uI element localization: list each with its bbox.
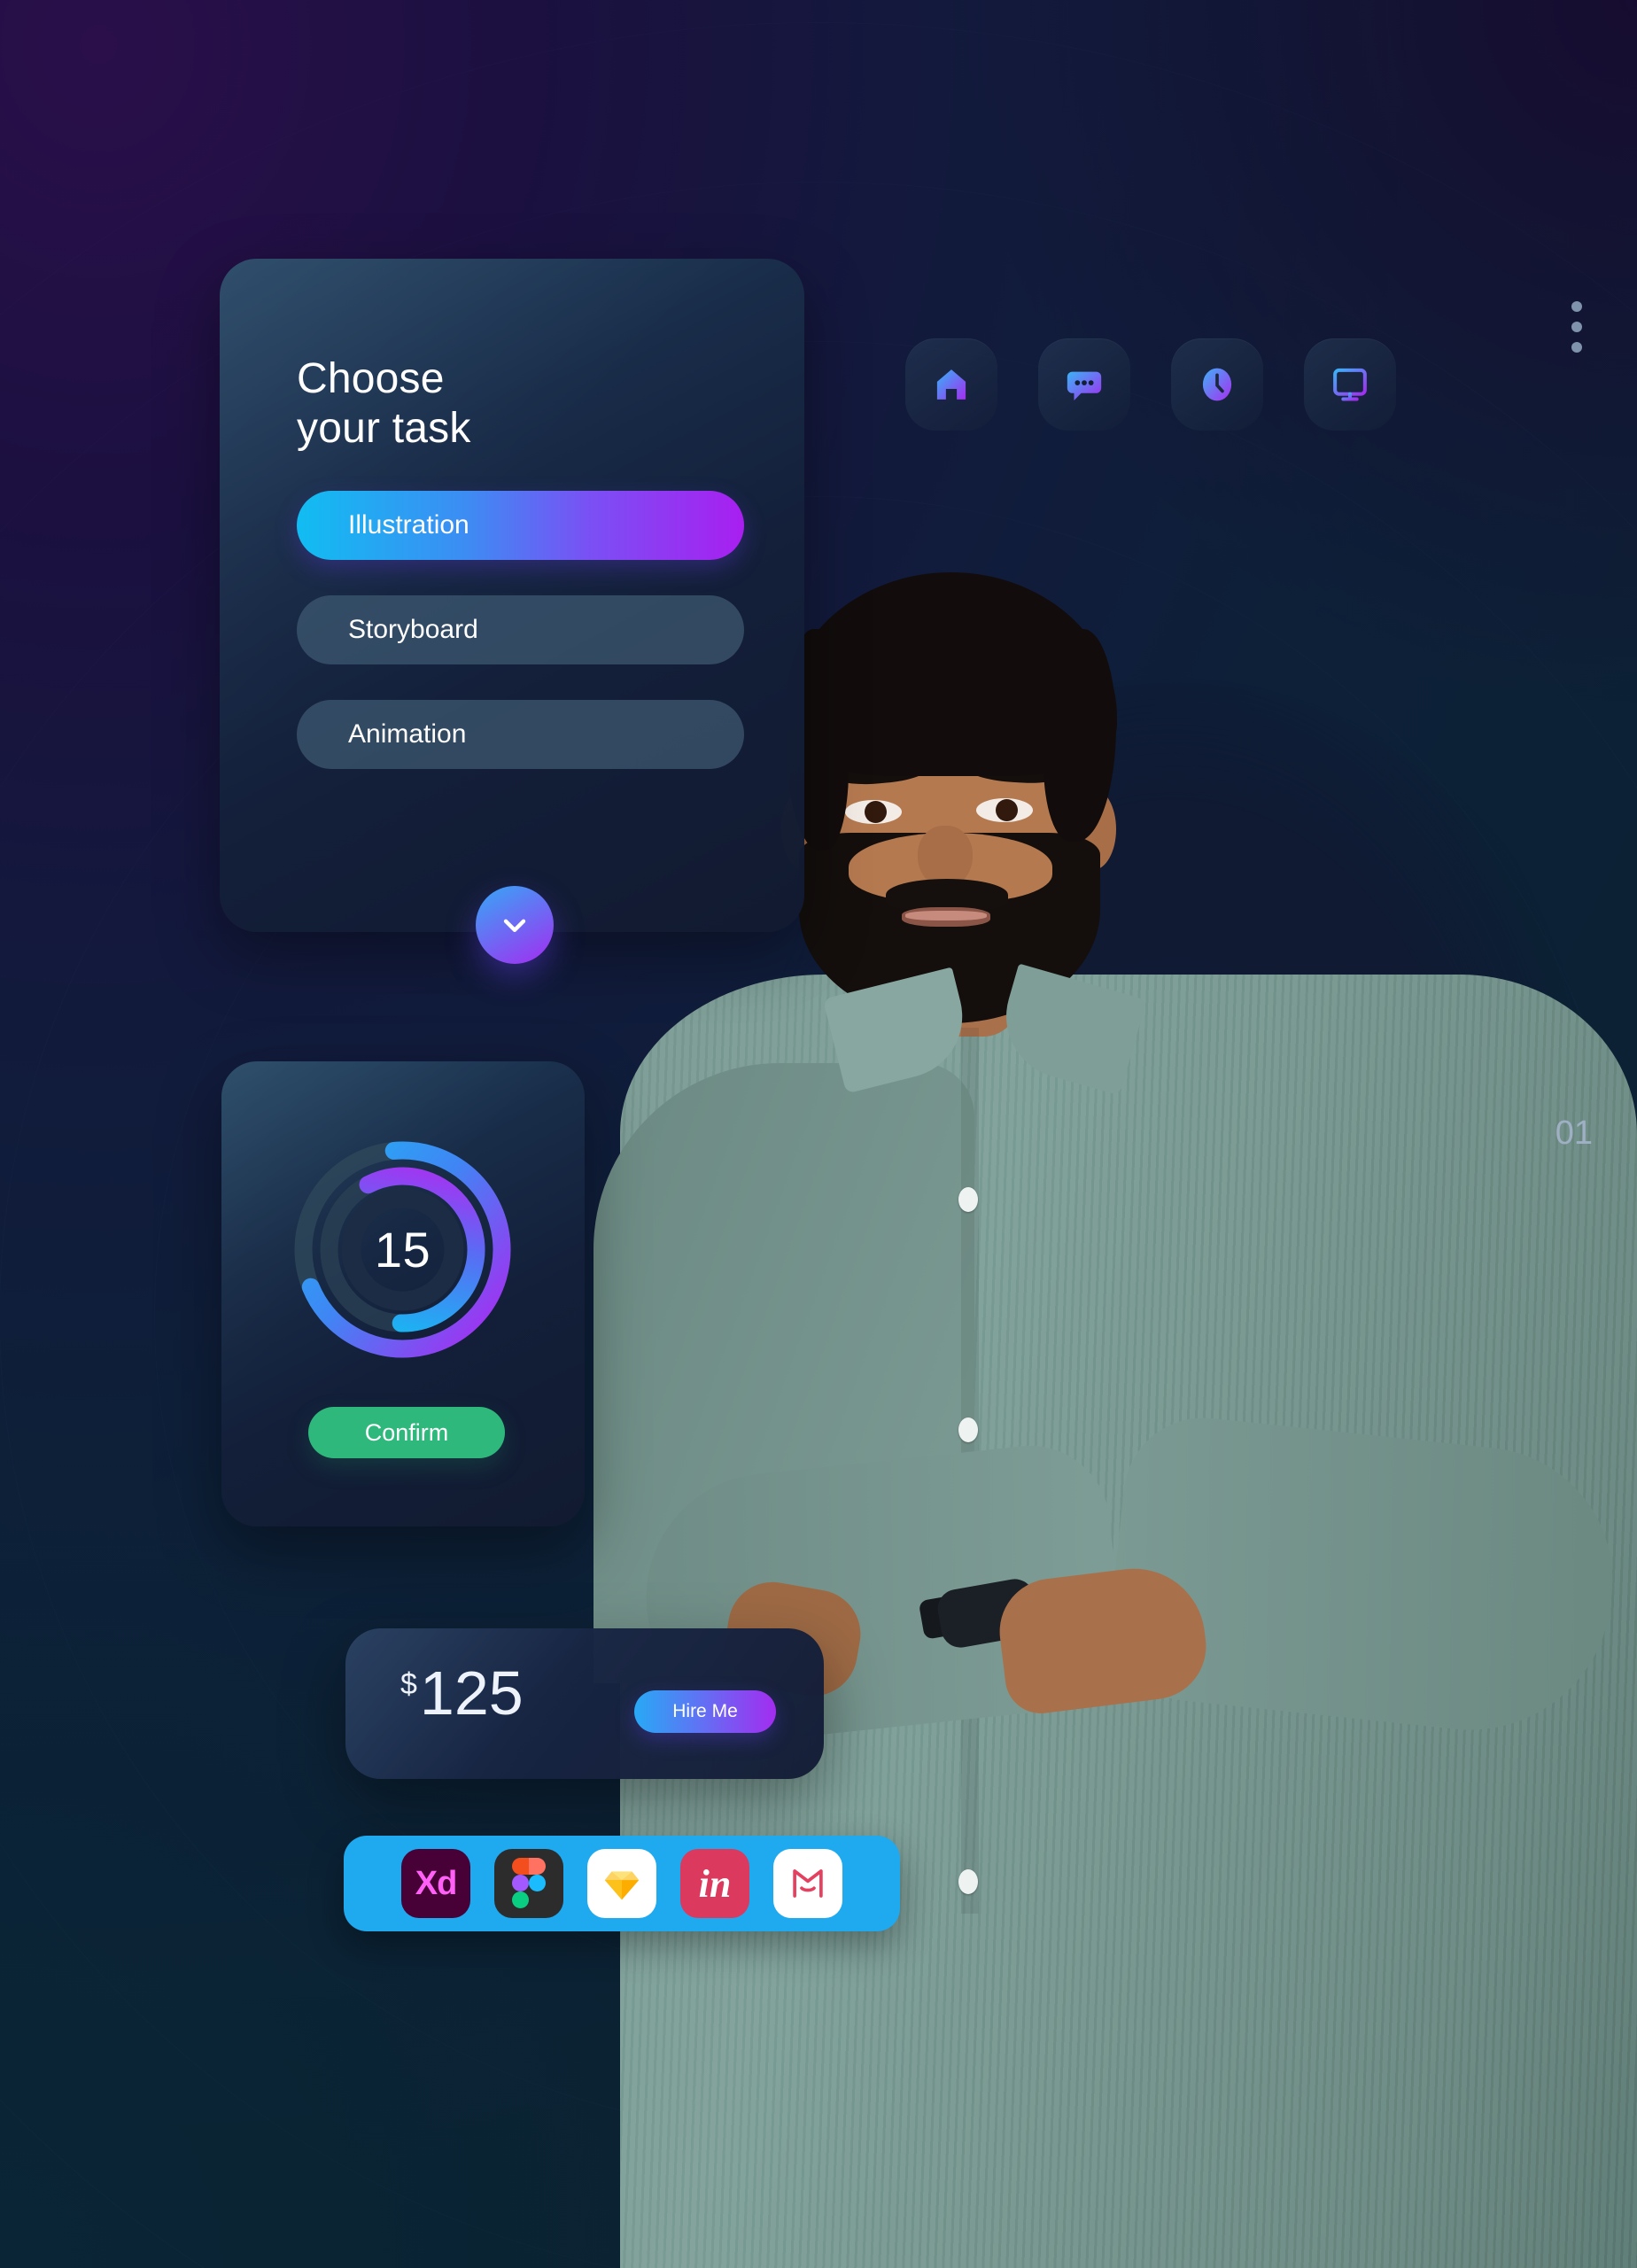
quick-nav-bar xyxy=(905,338,1396,431)
task-option-label: Animation xyxy=(348,719,467,749)
sketch-diamond-glyph xyxy=(604,1871,640,1900)
nav-button-home[interactable] xyxy=(905,338,997,431)
monitor-icon xyxy=(1333,368,1367,401)
progress-value: 15 xyxy=(374,1222,431,1278)
marvel-icon[interactable] xyxy=(773,1849,842,1918)
expand-button[interactable] xyxy=(476,886,554,964)
adobe-xd-icon[interactable]: Xd xyxy=(401,1849,470,1918)
task-option-storyboard[interactable]: Storyboard xyxy=(297,595,744,664)
step-number: 01 xyxy=(1555,1115,1593,1152)
invision-mark: in xyxy=(698,1861,732,1906)
adobe-xd-mark: Xd xyxy=(415,1864,458,1902)
chat-bubble-icon xyxy=(1067,371,1102,401)
hire-me-label: Hire Me xyxy=(672,1701,738,1721)
confirm-button-label: Confirm xyxy=(364,1418,449,1446)
task-option-label: Storyboard xyxy=(348,615,478,644)
design-tools-dock: Xd in xyxy=(344,1836,900,1931)
hire-me-button[interactable]: Hire Me xyxy=(634,1690,776,1733)
chevron-down-icon xyxy=(503,919,526,932)
figma-icon[interactable] xyxy=(494,1849,563,1918)
title-line-1: Choose xyxy=(297,355,445,402)
sketch-icon[interactable] xyxy=(587,1849,656,1918)
task-option-label: Illustration xyxy=(348,510,469,540)
confirm-button[interactable]: Confirm xyxy=(308,1407,505,1458)
invision-icon[interactable]: in xyxy=(680,1849,749,1918)
poster-canvas: Choose your task Illustration Storyboard… xyxy=(0,0,1637,2268)
page-title: Choose your task xyxy=(297,354,722,453)
clock-icon xyxy=(1202,368,1232,401)
figma-glyph xyxy=(510,1858,547,1909)
currency-symbol: $ xyxy=(400,1667,417,1701)
marvel-glyph xyxy=(793,1869,823,1898)
task-option-list: Illustration Storyboard Animation xyxy=(297,491,744,804)
nav-button-messages[interactable] xyxy=(1038,338,1130,431)
title-line-2: your task xyxy=(297,404,471,452)
nav-button-history[interactable] xyxy=(1171,338,1263,431)
task-option-animation[interactable]: Animation xyxy=(297,700,744,769)
price-amount: 125 xyxy=(419,1658,524,1728)
task-option-illustration[interactable]: Illustration xyxy=(297,491,744,560)
kebab-menu-icon[interactable] xyxy=(1571,301,1582,353)
price-display: $ 125 xyxy=(400,1662,524,1724)
nav-button-display[interactable] xyxy=(1304,338,1396,431)
home-icon xyxy=(936,369,966,400)
